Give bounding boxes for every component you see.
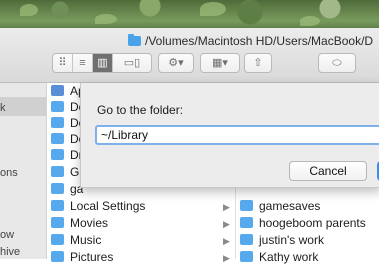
tag-icon: ⬭ xyxy=(332,57,342,69)
folder-icon xyxy=(51,133,64,144)
sidebar-item[interactable]: k xyxy=(0,102,6,114)
list-item-label: Local Settings xyxy=(70,199,146,213)
chevron-right-icon: ▶ xyxy=(223,219,230,229)
view-icons-button[interactable]: ⠿ xyxy=(53,54,73,72)
folder-icon xyxy=(51,101,64,112)
view-mode-segmented-control[interactable]: ⠿ ≡ ▥ ▭▯ xyxy=(52,53,152,73)
folder-path-input[interactable] xyxy=(95,125,379,145)
sidebar-item[interactable]: ow xyxy=(0,229,14,241)
list-item-label: gamesaves xyxy=(259,199,321,213)
action-menu-button[interactable]: ⚙▾ xyxy=(158,53,194,73)
folder-icon xyxy=(51,234,64,245)
window-title-path: /Volumes/Macintosh HD/Users/MacBook/D xyxy=(128,34,373,48)
folder-icon xyxy=(240,200,253,211)
folder-icon xyxy=(240,251,253,262)
sidebar-item[interactable]: hive xyxy=(0,246,20,258)
folder-icon xyxy=(51,183,64,194)
folder-icon xyxy=(240,217,253,228)
gear-icon: ⚙▾ xyxy=(168,57,184,69)
list-item-label: Music xyxy=(70,233,102,247)
folder-icon xyxy=(51,200,64,211)
list-item[interactable]: justin's work xyxy=(240,233,324,249)
list-item[interactable]: hoogeboom parents xyxy=(240,216,366,232)
folder-icon xyxy=(51,149,64,160)
folder-icon xyxy=(240,234,253,245)
list-item[interactable]: Music xyxy=(51,233,101,249)
list-item-label: Movies xyxy=(70,216,109,230)
view-list-button[interactable]: ≡ xyxy=(73,54,93,72)
folder-icon xyxy=(51,166,64,177)
sidebar-selected-highlight xyxy=(0,97,46,116)
view-icons-icon: ⠿ xyxy=(58,57,67,69)
tags-button[interactable]: ⬭ xyxy=(318,53,356,73)
list-item-label: hoogeboom parents xyxy=(259,216,366,230)
view-cover-flow-icon: ▭▯ xyxy=(123,57,141,69)
sidebar-item[interactable]: ons xyxy=(0,167,18,179)
list-item[interactable]: Movies xyxy=(51,216,108,232)
share-icon: ⇧ xyxy=(253,57,263,69)
list-item[interactable]: Kathy work xyxy=(240,250,318,266)
list-item-label: Pictures xyxy=(70,250,114,264)
arrange-menu-button[interactable]: ▦▾ xyxy=(200,53,240,73)
share-button[interactable]: ⇧ xyxy=(244,53,272,73)
folder-icon xyxy=(51,117,64,128)
cancel-button[interactable]: Cancel xyxy=(289,161,367,181)
go-to-folder-label: Go to the folder: xyxy=(97,103,184,117)
view-cover-flow-button[interactable]: ▭▯ xyxy=(113,54,151,72)
sidebar: k ons ow hive xyxy=(0,83,47,259)
window-title-text: /Volumes/Macintosh HD/Users/MacBook/D xyxy=(145,34,374,48)
arrange-icon: ▦▾ xyxy=(212,57,228,69)
list-item[interactable]: gamesaves xyxy=(240,199,320,215)
folder-icon xyxy=(51,217,64,228)
list-item[interactable]: Local Settings xyxy=(51,199,145,215)
folder-icon xyxy=(51,251,64,262)
list-item-label: Kathy work xyxy=(259,250,319,264)
view-columns-button[interactable]: ▥ xyxy=(93,54,113,72)
view-list-icon: ≡ xyxy=(79,57,86,69)
list-item[interactable]: Pictures xyxy=(51,250,113,266)
chevron-right-icon: ▶ xyxy=(223,236,230,246)
go-to-folder-sheet: Go to the folder: Cancel xyxy=(80,83,379,188)
list-item[interactable]: ga xyxy=(51,182,83,198)
list-item-label: justin's work xyxy=(259,233,324,247)
folder-icon xyxy=(128,34,141,46)
list-item[interactable]: Dr xyxy=(51,148,83,164)
chevron-right-icon: ▶ xyxy=(223,202,230,212)
view-columns-icon: ▥ xyxy=(97,57,108,69)
app-folder-icon xyxy=(51,85,64,96)
